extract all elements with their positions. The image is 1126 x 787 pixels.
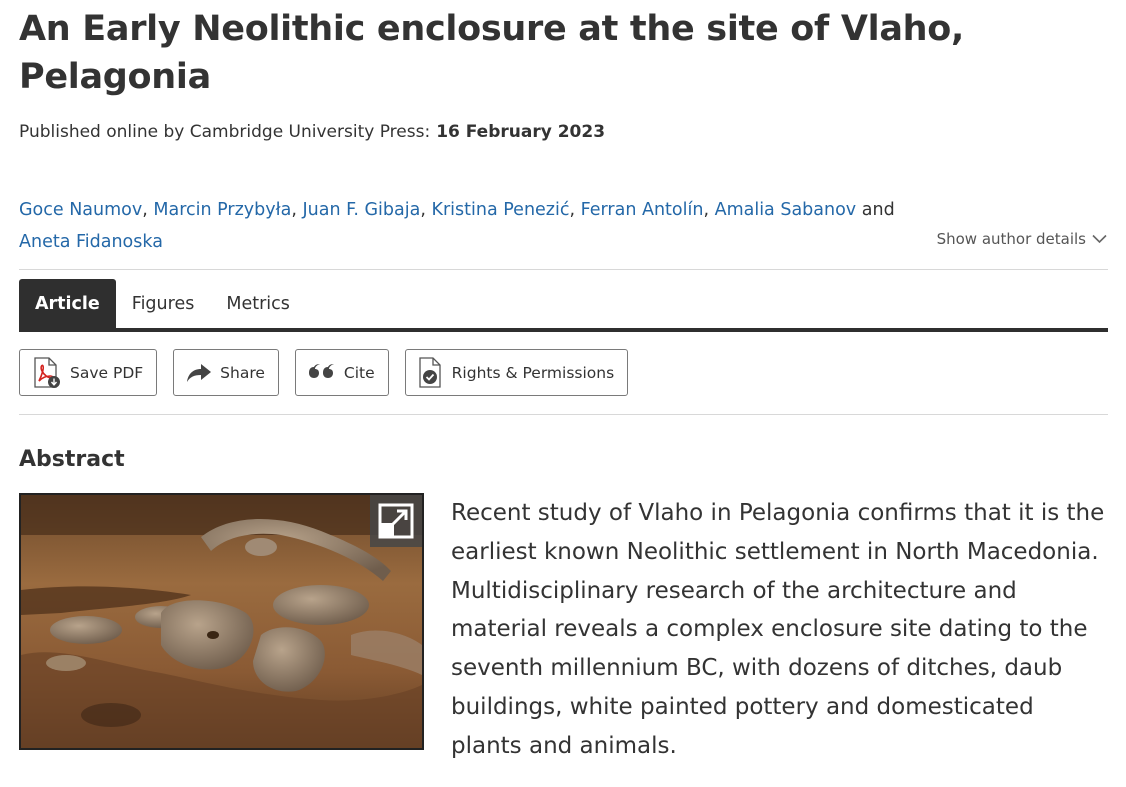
abstract-text: Recent study of Vlaho in Pelagonia confi… bbox=[451, 500, 1105, 759]
save-pdf-button[interactable]: Save PDF bbox=[19, 349, 158, 396]
article-tabs: Article Figures Metrics bbox=[19, 279, 306, 329]
author-separator: , bbox=[420, 200, 426, 220]
author-link[interactable]: Amalia Sabanov bbox=[715, 200, 857, 220]
excavation-photo bbox=[21, 495, 422, 748]
pdf-file-icon bbox=[32, 356, 62, 389]
published-date: 16 February 2023 bbox=[436, 122, 606, 142]
author-list: Goce Naumov, Marcin Przybyła, Juan F. Gi… bbox=[19, 194, 919, 258]
divider bbox=[19, 269, 1108, 270]
author-separator: , bbox=[291, 200, 297, 220]
tab-figures[interactable]: Figures bbox=[116, 279, 211, 329]
publication-info: Published online by Cambridge University… bbox=[19, 120, 605, 144]
chevron-down-icon bbox=[1092, 227, 1107, 251]
author-separator: , bbox=[569, 200, 576, 220]
author-link[interactable]: Juan F. Gibaja bbox=[302, 200, 420, 220]
cite-label: Cite bbox=[343, 363, 375, 382]
author-link[interactable]: Marcin Przybyła bbox=[153, 200, 291, 220]
author-link[interactable]: Kristina Penezić bbox=[432, 200, 570, 220]
share-label: Share bbox=[220, 363, 265, 382]
abstract-figure[interactable] bbox=[19, 493, 424, 750]
author-conjunction: and bbox=[861, 200, 895, 220]
rights-permissions-label: Rights & Permissions bbox=[451, 363, 615, 382]
tab-metrics[interactable]: Metrics bbox=[210, 279, 306, 329]
share-arrow-icon bbox=[186, 362, 212, 384]
author-link[interactable]: Goce Naumov bbox=[19, 200, 142, 220]
author-separator: , bbox=[142, 200, 148, 220]
published-label: Published online by Cambridge University… bbox=[19, 122, 431, 142]
quote-icon bbox=[308, 363, 336, 383]
article-title: An Early Neolithic enclosure at the site… bbox=[19, 9, 965, 97]
abstract-heading: Abstract bbox=[19, 447, 125, 472]
document-check-icon bbox=[418, 356, 444, 389]
article-page: An Early Neolithic enclosure at the site… bbox=[0, 0, 1126, 787]
divider bbox=[19, 414, 1108, 415]
rights-permissions-button[interactable]: Rights & Permissions bbox=[404, 349, 629, 396]
cite-button[interactable]: Cite bbox=[294, 349, 389, 396]
author-link[interactable]: Ferran Antolín bbox=[581, 200, 704, 220]
article-actions: Save PDF Share Cite Rights & Permissions bbox=[19, 349, 629, 396]
share-button[interactable]: Share bbox=[173, 349, 279, 396]
expand-icon[interactable] bbox=[370, 495, 422, 547]
show-author-details-label: Show author details bbox=[936, 230, 1086, 248]
tabs-underline bbox=[19, 328, 1108, 332]
author-link[interactable]: Aneta Fidanoska bbox=[19, 232, 163, 252]
tab-article[interactable]: Article bbox=[19, 279, 116, 329]
author-separator: , bbox=[703, 200, 710, 220]
show-author-details-toggle[interactable]: Show author details bbox=[937, 227, 1107, 251]
save-pdf-label: Save PDF bbox=[70, 363, 144, 382]
